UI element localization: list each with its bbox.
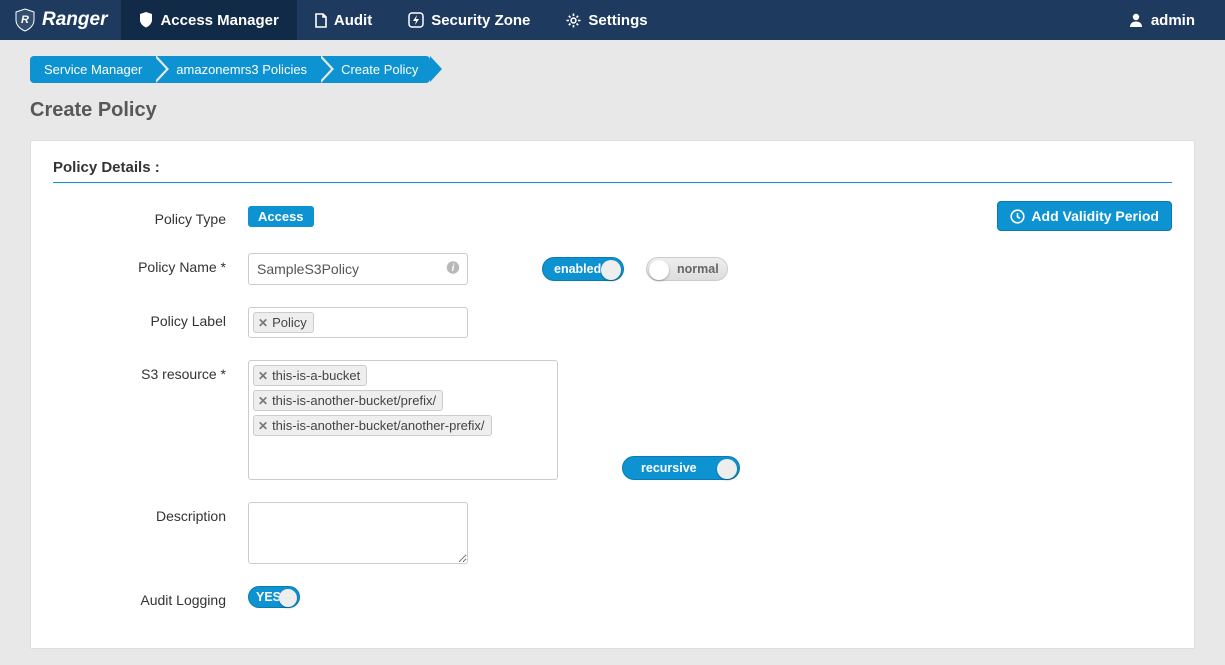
audit-logging-toggle[interactable]: YES	[248, 586, 300, 608]
svg-text:R: R	[21, 14, 29, 26]
breadcrumb-service-manager[interactable]: Service Manager	[30, 56, 154, 83]
label-audit-logging: Audit Logging	[53, 586, 248, 608]
label-policy-label: Policy Label	[53, 307, 248, 329]
policy-details-panel: Policy Details : Policy Type Access Add …	[30, 140, 1195, 649]
policy-type-badge: Access	[248, 206, 314, 227]
nav-audit[interactable]: Audit	[297, 0, 390, 40]
recursive-toggle[interactable]: recursive	[622, 456, 740, 480]
gear-icon	[566, 13, 581, 28]
document-icon	[315, 13, 327, 28]
policy-label-tagbox[interactable]: ✕ Policy	[248, 307, 468, 338]
page-title: Create Policy	[30, 99, 1195, 122]
ranger-shield-icon: R	[14, 8, 42, 32]
breadcrumb-create-policy[interactable]: Create Policy	[319, 56, 430, 83]
remove-tag-icon[interactable]: ✕	[258, 394, 268, 408]
nav-label: Security Zone	[431, 12, 530, 29]
label-s3-resource: S3 resource *	[53, 360, 248, 382]
nav-label: Settings	[588, 12, 647, 29]
user-menu[interactable]: admin	[1098, 12, 1225, 29]
bolt-badge-icon	[408, 12, 424, 28]
enabled-toggle[interactable]: enabled	[542, 257, 624, 281]
description-textarea[interactable]	[248, 502, 468, 564]
label-description: Description	[53, 502, 248, 524]
nav-security-zone[interactable]: Security Zone	[390, 0, 548, 40]
info-icon[interactable]: i	[446, 261, 460, 278]
remove-tag-icon[interactable]: ✕	[258, 316, 268, 330]
remove-tag-icon[interactable]: ✕	[258, 419, 268, 433]
tag-s3-resource: ✕this-is-a-bucket	[253, 365, 367, 386]
tag-policy: ✕ Policy	[253, 312, 314, 333]
nav-label: Audit	[334, 12, 372, 29]
normal-toggle[interactable]: normal	[646, 257, 728, 281]
nav-label: Access Manager	[160, 12, 278, 29]
section-title: Policy Details :	[53, 159, 1172, 183]
user-icon	[1128, 12, 1144, 28]
shield-icon	[139, 12, 153, 28]
nav-access-manager[interactable]: Access Manager	[121, 0, 296, 40]
tag-s3-resource: ✕this-is-another-bucket/another-prefix/	[253, 415, 492, 436]
breadcrumb-policies[interactable]: amazonemrs3 Policies	[154, 56, 319, 83]
tag-s3-resource: ✕this-is-another-bucket/prefix/	[253, 390, 443, 411]
clock-icon	[1010, 209, 1025, 224]
policy-name-input[interactable]	[248, 253, 468, 285]
s3-resource-tagbox[interactable]: ✕this-is-a-bucket ✕this-is-another-bucke…	[248, 360, 558, 480]
label-policy-type: Policy Type	[53, 205, 248, 227]
nav-settings[interactable]: Settings	[548, 0, 665, 40]
add-validity-period-button[interactable]: Add Validity Period	[997, 201, 1172, 231]
username: admin	[1151, 12, 1195, 29]
brand-text: Ranger	[42, 9, 107, 31]
svg-text:i: i	[452, 263, 455, 274]
brand-logo[interactable]: R Ranger	[0, 0, 121, 40]
breadcrumb: Service Manager amazonemrs3 Policies Cre…	[30, 56, 1195, 83]
remove-tag-icon[interactable]: ✕	[258, 369, 268, 383]
label-policy-name: Policy Name *	[53, 253, 248, 275]
